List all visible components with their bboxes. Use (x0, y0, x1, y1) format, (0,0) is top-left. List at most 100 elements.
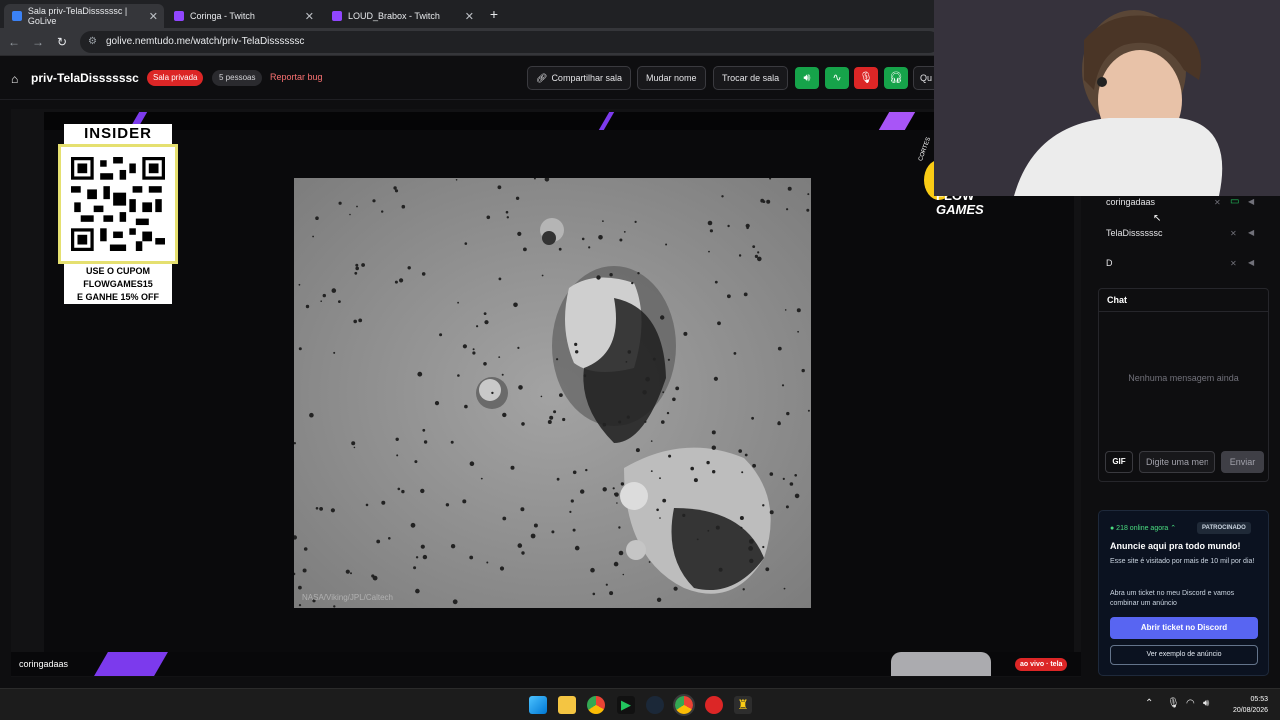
crater-speck (556, 477, 560, 481)
mic-muted-icon[interactable]: 🎙︎ (854, 67, 878, 89)
crater-speck (399, 278, 404, 283)
crater-speck (414, 460, 418, 464)
browser-tab-golive[interactable]: Sala priv-TelaDissssssc | GoLive ✕ (4, 4, 164, 28)
crater-speck (635, 448, 640, 453)
crater-speck (394, 280, 398, 284)
crater-speck (602, 220, 604, 222)
activity-icon[interactable]: ∿ (825, 67, 849, 89)
crater-speck (762, 545, 765, 549)
crater-speck (612, 487, 615, 490)
app-icon[interactable]: ♜ (734, 696, 752, 714)
chat-message-input[interactable] (1139, 451, 1215, 473)
crater-speck (515, 196, 520, 200)
ad-example-button[interactable]: Ver exemplo de anúncio (1110, 645, 1258, 665)
send-button[interactable]: Enviar (1221, 451, 1264, 473)
crater-speck (662, 391, 665, 394)
chat-empty-text: Nenhuma mensagem ainda (1128, 373, 1239, 383)
crater-speck (707, 220, 713, 226)
crater-speck (497, 185, 502, 190)
screen: Sala priv-TelaDissssssc | GoLive ✕ Corin… (0, 0, 1280, 720)
volume-icon[interactable]: ◀ (1248, 228, 1254, 237)
site-info-icon[interactable]: ⚙ (88, 36, 97, 47)
room-title: priv-TelaDissssssc (31, 71, 139, 85)
truncated-button[interactable]: Qu (913, 66, 935, 90)
volume-icon[interactable]: 🔊︎ (1203, 698, 1209, 709)
address-bar[interactable]: ⚙ golive.nemtudo.me/watch/priv-TelaDisss… (80, 31, 940, 53)
people-count-badge[interactable]: 5 pessoas (212, 70, 263, 86)
crater-speck (393, 186, 397, 190)
online-count[interactable]: ● 218 online agora ⌃ (1110, 524, 1176, 532)
crater-speck (650, 470, 653, 472)
insider-brand: INSIDER (64, 124, 172, 144)
file-explorer-icon[interactable] (558, 696, 576, 714)
forward-arrow-icon[interactable]: → (30, 34, 46, 50)
rename-button[interactable]: Mudar nome (637, 66, 706, 90)
crater-speck (744, 453, 748, 457)
crater-speck (353, 446, 356, 449)
crater-speck (637, 272, 640, 275)
share-room-label: Compartilhar sala (551, 73, 622, 83)
crater-speck (455, 179, 458, 181)
crater-speck (711, 445, 716, 450)
speaker-icon[interactable]: 🔊︎ (795, 67, 819, 89)
crater-speck (659, 477, 661, 480)
microphone-icon[interactable]: 🎙︎ (1167, 698, 1180, 709)
new-tab-button[interactable]: + (486, 6, 502, 22)
close-tab-icon[interactable]: ✕ (149, 10, 158, 23)
crater-speck (666, 411, 670, 415)
home-icon[interactable]: ⌂ (11, 72, 18, 86)
close-tab-icon[interactable]: ✕ (305, 10, 314, 23)
steam-icon[interactable] (646, 696, 664, 714)
sponsor-promo: INSIDER USE O CUPOM FLOWGAMES15 E GANHE … (58, 124, 178, 304)
discord-ticket-button[interactable]: Abrir ticket no Discord (1110, 617, 1258, 639)
volume-icon[interactable]: ◀ (1248, 197, 1254, 206)
person-silhouette-icon (934, 0, 1280, 196)
crater-speck (717, 321, 721, 326)
crater-speck (634, 220, 637, 223)
report-bug-link[interactable]: Reportar bug (270, 72, 323, 82)
crater-speck (505, 210, 509, 214)
crater-speck (619, 238, 623, 242)
chrome-active-icon[interactable] (673, 694, 695, 716)
red-app-icon[interactable] (705, 696, 723, 714)
crater-speck (742, 588, 745, 591)
volume-icon[interactable]: ◀ (1248, 258, 1254, 267)
close-tab-icon[interactable]: ✕ (465, 10, 474, 23)
logo-games: GAMES (936, 202, 984, 217)
mic-muted-icon: ✕ (1214, 198, 1221, 207)
crater-speck (659, 517, 661, 519)
crater-speck (727, 224, 730, 228)
gif-button[interactable]: GIF (1105, 451, 1133, 473)
crater-speck (766, 199, 771, 204)
mic-muted-icon: ✕ (1230, 259, 1237, 268)
crater-speck (333, 351, 336, 354)
crater-speck (483, 312, 487, 315)
crater-speck (690, 466, 694, 471)
crater-speck (581, 237, 585, 241)
crater-speck (648, 561, 651, 563)
crater-speck (786, 411, 790, 416)
crater-speck (415, 556, 419, 559)
chrome-icon[interactable] (587, 696, 605, 714)
share-room-button[interactable]: 🔗︎ Compartilhar sala (527, 66, 631, 90)
wifi-icon[interactable]: ◠ (1186, 698, 1195, 709)
crater-speck (650, 440, 653, 442)
crater-speck (338, 201, 342, 205)
back-arrow-icon[interactable]: ← (6, 34, 22, 50)
switch-room-button[interactable]: Trocar de sala (713, 66, 789, 90)
crater-speck (395, 437, 399, 441)
headphones-icon[interactable]: 🎧︎ (884, 67, 908, 89)
crater-speck (551, 530, 555, 534)
windows-start-icon[interactable] (529, 696, 547, 714)
tray-chevron-icon[interactable]: ⌃ (1145, 698, 1153, 709)
browser-tab-loud[interactable]: LOUD_Brabox - Twitch ✕ (324, 4, 480, 28)
crater-speck (372, 575, 378, 581)
reload-icon[interactable]: ↻ (54, 34, 70, 50)
crater-speck (476, 325, 479, 328)
crater-speck (486, 215, 491, 220)
media-player-icon[interactable]: ▶ (617, 696, 635, 714)
system-clock[interactable]: 05:53 20/08/2026 (1233, 694, 1268, 716)
crater-speck (614, 492, 619, 497)
browser-tab-coringa[interactable]: Coringa - Twitch ✕ (166, 4, 320, 28)
clock-date: 20/08/2026 (1232, 707, 1268, 714)
